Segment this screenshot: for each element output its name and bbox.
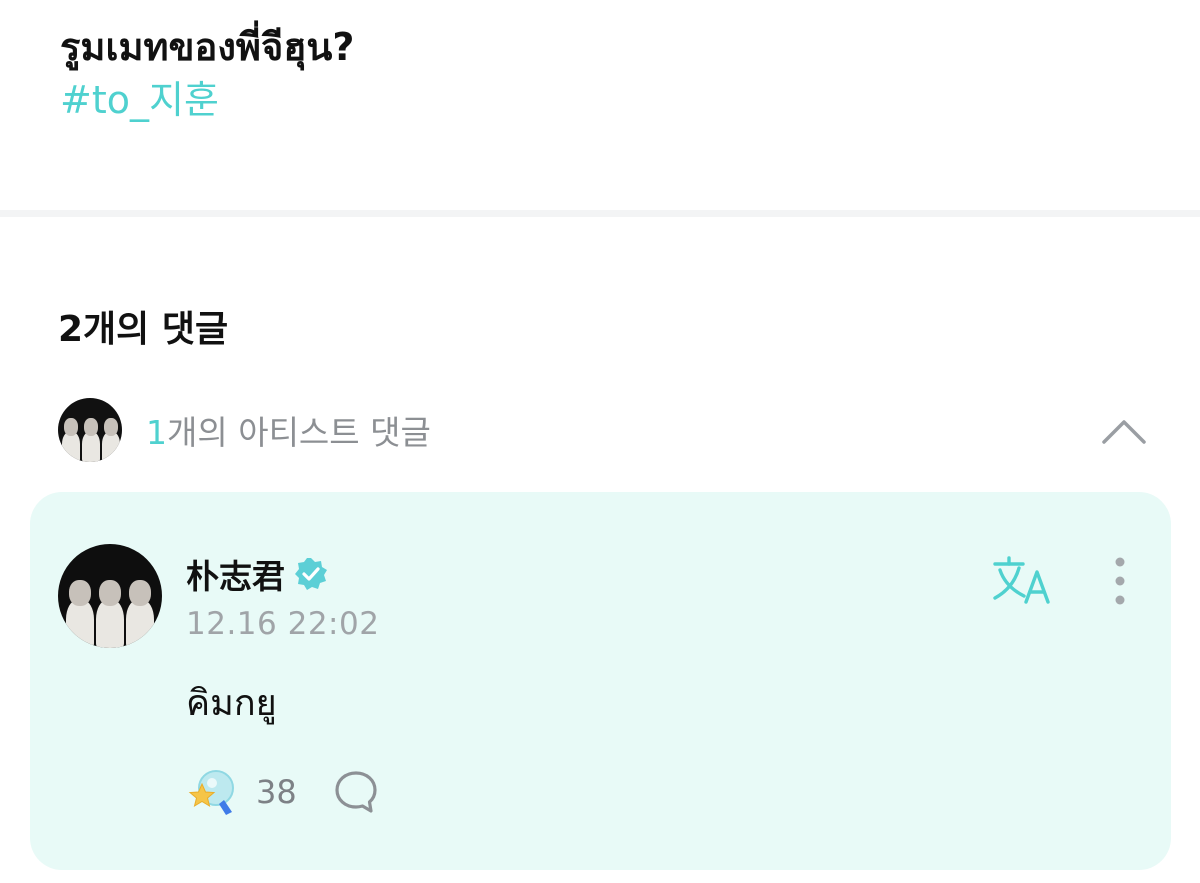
post-body: รูมเมทของพี่จีฮุน? #to_지훈 — [60, 22, 1140, 128]
post-detail-page: รูมเมทของพี่จีฮุน? #to_지훈 2개의 댓글 1개의 아티스… — [0, 0, 1200, 883]
like-count: 38 — [256, 773, 297, 811]
artist-comments-toggle[interactable]: 1개의 아티스트 댓글 — [58, 398, 1148, 462]
comment-timestamp: 12.16 22:02 — [186, 606, 380, 642]
artist-avatar — [58, 398, 122, 462]
hashtag-link[interactable]: #to_지훈 — [60, 72, 219, 128]
comment-author-avatar[interactable] — [58, 544, 162, 648]
light-stick-star-icon[interactable] — [186, 768, 238, 816]
comment-count-heading: 2개의 댓글 — [58, 309, 229, 350]
artist-comment-count: 1 — [146, 413, 167, 452]
verified-badge-icon — [295, 558, 327, 590]
comment-text: คิมกยู — [186, 683, 277, 724]
comment-author-row: 朴志君 — [186, 550, 329, 598]
reaction-row: 38 — [186, 768, 379, 816]
artist-comment-label-text: 개의 아티스트 댓글 — [167, 413, 431, 452]
translate-icon[interactable] — [992, 556, 1054, 604]
section-divider — [0, 210, 1200, 217]
post-text: รูมเมทของพี่จีฮุน? — [60, 25, 355, 69]
more-vertical-icon[interactable] — [1106, 556, 1134, 606]
chevron-up-icon[interactable] — [1100, 408, 1148, 456]
artist-comments-label: 1개의 아티스트 댓글 — [146, 406, 431, 454]
speech-bubble-icon[interactable] — [333, 769, 379, 815]
artist-comment-card: 朴志君 12.16 22:02 คิมกยู 38 — [30, 492, 1171, 870]
comment-author-name[interactable]: 朴志君 — [186, 550, 285, 598]
